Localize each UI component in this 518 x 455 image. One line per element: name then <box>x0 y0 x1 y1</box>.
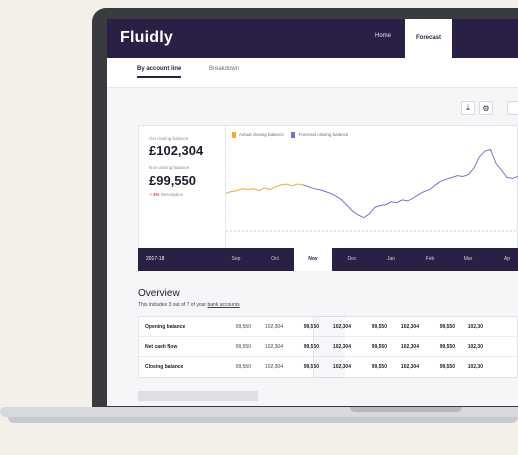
table-cell: 102,30 <box>467 324 483 330</box>
oct-closing-label: Oct closing balance <box>149 136 189 141</box>
gear-icon: ⚙ <box>482 103 490 113</box>
row-label: Closing balance <box>145 364 184 370</box>
table-cell: 102,304 <box>400 324 419 330</box>
fiscal-year: 2017-18 <box>146 256 165 262</box>
table-cell: 102,304 <box>264 324 283 330</box>
delta-description: Description <box>160 192 184 197</box>
table-divider <box>313 316 314 378</box>
month-oct[interactable]: Oct <box>256 248 294 271</box>
sub-navigation: By account line Breakdown <box>107 58 518 88</box>
month-feb[interactable]: Feb <box>411 248 449 271</box>
settings-button[interactable]: ⚙ <box>479 101 493 115</box>
table-cell: 102,304 <box>264 344 283 350</box>
actual-balance-line <box>226 183 304 194</box>
table-cell: 99,550 <box>371 324 387 330</box>
nov-closing-value: £99,550 <box>149 173 196 188</box>
forecast-balance-line <box>302 148 518 219</box>
table-cell: 102,30 <box>467 364 483 370</box>
table-cell: 99,550 <box>371 344 387 350</box>
month-dec[interactable]: Dec <box>333 248 371 271</box>
oct-closing-value: £102,304 <box>149 143 204 158</box>
screen: Fluidly Home Forecast By account line Br… <box>107 19 518 406</box>
balance-stats: Oct closing balance £102,304 Nov closing… <box>138 125 226 248</box>
table-cell: 99,550 <box>371 364 387 370</box>
download-button[interactable]: ⤓ <box>461 101 475 115</box>
fluidly-logo[interactable]: Fluidly <box>120 29 173 47</box>
row-label: Net cash flow <box>145 344 178 350</box>
nav-home[interactable]: Home <box>375 33 391 39</box>
overview-sub-prefix: This includes 3 out of 7 of your <box>138 302 207 308</box>
overview-subtitle: This includes 3 out of 7 of your bank ac… <box>138 302 240 308</box>
row-label: Opening balance <box>145 324 186 330</box>
month-timeline: 2017-18 Sep Oct Nov Dec Jan Feb Mar Ap <box>138 248 518 271</box>
overview-title: Overview <box>138 288 180 299</box>
table-cell: 99,550 <box>235 344 251 350</box>
month-jan[interactable]: Jan <box>372 248 410 271</box>
bank-accounts-link[interactable]: bank accounts <box>207 302 239 308</box>
current-month-column-highlight <box>313 316 345 378</box>
section-heading-faded <box>138 391 258 401</box>
month-ap[interactable]: Ap <box>488 248 518 271</box>
table-cell: 99,550 <box>235 364 251 370</box>
tab-by-account-line[interactable]: By account line <box>137 66 182 78</box>
delta-value: • 3% <box>150 192 160 197</box>
table-cell: 102,304 <box>264 364 283 370</box>
month-mar[interactable]: Mar <box>449 248 487 271</box>
table-cell: 102,30 <box>467 344 483 350</box>
nov-closing-label: Nov closing balance <box>149 165 190 170</box>
table-cell: 102,304 <box>400 364 419 370</box>
nav-forecast[interactable]: Forecast <box>405 19 452 58</box>
tab-breakdown[interactable]: Breakdown <box>209 66 239 72</box>
more-button[interactable] <box>507 101 518 115</box>
balance-line-chart <box>226 148 518 232</box>
delta-badge: • 3% Description <box>150 192 183 197</box>
month-sep[interactable]: Sep <box>217 248 255 271</box>
table-cell: 102,304 <box>400 344 419 350</box>
table-cell: 99,550 <box>235 324 251 330</box>
month-nov[interactable]: Nov <box>294 248 332 271</box>
laptop-notch <box>350 407 462 412</box>
laptop-foot <box>8 417 518 423</box>
download-icon: ⤓ <box>466 103 470 112</box>
top-navigation-bar: Fluidly Home Forecast <box>107 19 518 58</box>
